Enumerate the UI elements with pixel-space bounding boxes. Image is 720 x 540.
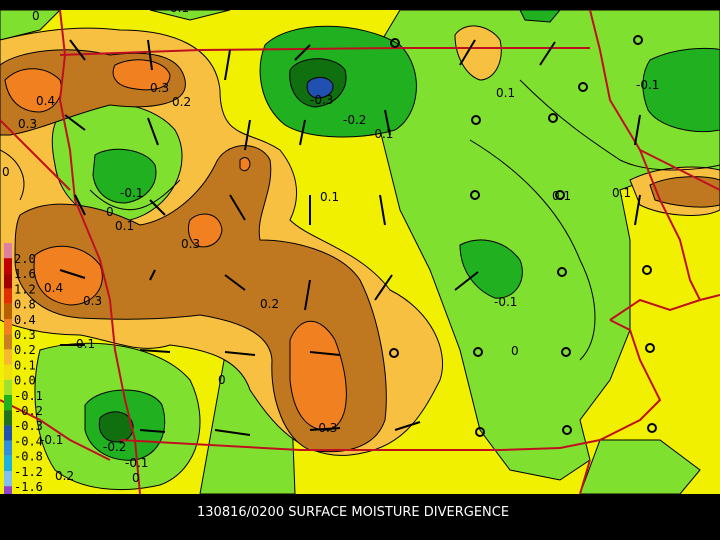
contour-label: 0.3: [181, 237, 200, 251]
contour-label: -0.1: [494, 295, 517, 309]
legend-swatch: [4, 349, 12, 365]
legend-swatch: [4, 379, 12, 395]
legend-label: 0.1: [14, 358, 36, 372]
legend-label: 0.8: [14, 298, 36, 312]
contour-label: 0.3: [83, 294, 102, 308]
legend-label: 1.6: [14, 267, 36, 281]
legend-label: -0.8: [14, 450, 43, 464]
contour-label: -0.1: [125, 456, 148, 470]
legend-label: 0.2: [14, 343, 36, 357]
contour-label: -0.1: [636, 78, 659, 92]
legend-label: 1.2: [14, 282, 36, 296]
map-title: 130816/0200 SURFACE MOISTURE DIVERGENCE: [197, 505, 509, 520]
legend-swatch: [4, 410, 12, 426]
legend-label: 0.4: [14, 313, 36, 327]
contour-label: 0.4: [36, 94, 55, 108]
legend-swatch: [4, 395, 12, 411]
legend-swatch: [4, 425, 12, 441]
contour-label: 0.1: [612, 186, 631, 200]
legend-swatch: [4, 258, 12, 274]
legend-label: -0.2: [14, 404, 43, 418]
contour-label: 0: [132, 471, 140, 485]
neg-0.2-core: [98, 411, 134, 443]
legend-swatch: [4, 303, 12, 319]
legend-swatch: [4, 273, 12, 289]
contour-label: 0: [106, 205, 114, 219]
contour-label: -0.1: [370, 127, 393, 141]
contour-label: 0: [218, 373, 226, 387]
legend-swatch: [4, 243, 12, 259]
contour-label: -0.3: [314, 421, 337, 435]
contour-label: 0: [511, 344, 519, 358]
contour-label: 0.1: [320, 190, 339, 204]
legend-swatch: [4, 440, 12, 456]
legend-swatch: [4, 364, 12, 380]
contour-label: 0.1: [552, 189, 571, 203]
contour-label: 0.2: [260, 297, 279, 311]
legend-label: 0.0: [14, 374, 36, 388]
legend-swatch: [4, 319, 12, 335]
legend-swatch: [4, 455, 12, 471]
legend-label: -0.3: [14, 419, 43, 433]
contour-label: -0.1: [120, 186, 143, 200]
contour-label: 0: [32, 9, 40, 23]
contour-label: -0.3: [310, 93, 333, 107]
contour-label: 0.2: [172, 95, 191, 109]
contour-label: 0.4: [44, 281, 63, 295]
legend-label: -0.1: [14, 389, 43, 403]
moisture-divergence-map: 0 0.1 0.3 0.2 0.4 0.3 -0.3 -0.2 -0.1 0.1…: [0, 1, 720, 540]
legend-swatch: [4, 334, 12, 350]
contour-label: 0.3: [18, 117, 37, 131]
legend-label: -1.2: [14, 465, 43, 479]
legend-swatch: [4, 471, 12, 487]
contour-label: 0.1: [115, 219, 134, 233]
legend-label: -1.6: [14, 480, 43, 494]
contour-label: 0.1: [76, 337, 95, 351]
contour-label: 0.1: [170, 1, 189, 15]
legend-swatch: [4, 288, 12, 304]
contour-label: 0.2: [55, 469, 74, 483]
contour-label: 0.3: [150, 81, 169, 95]
contour-label: -0.2: [103, 440, 126, 454]
contour-label: -0.1: [40, 433, 63, 447]
contour-label: 0.1: [496, 86, 515, 100]
contour-label: 0: [2, 165, 10, 179]
legend-label: 2.0: [14, 252, 36, 266]
legend-label: 0.3: [14, 328, 36, 342]
legend-label: -0.4: [14, 434, 43, 448]
contour-label: -0.2: [343, 113, 366, 127]
